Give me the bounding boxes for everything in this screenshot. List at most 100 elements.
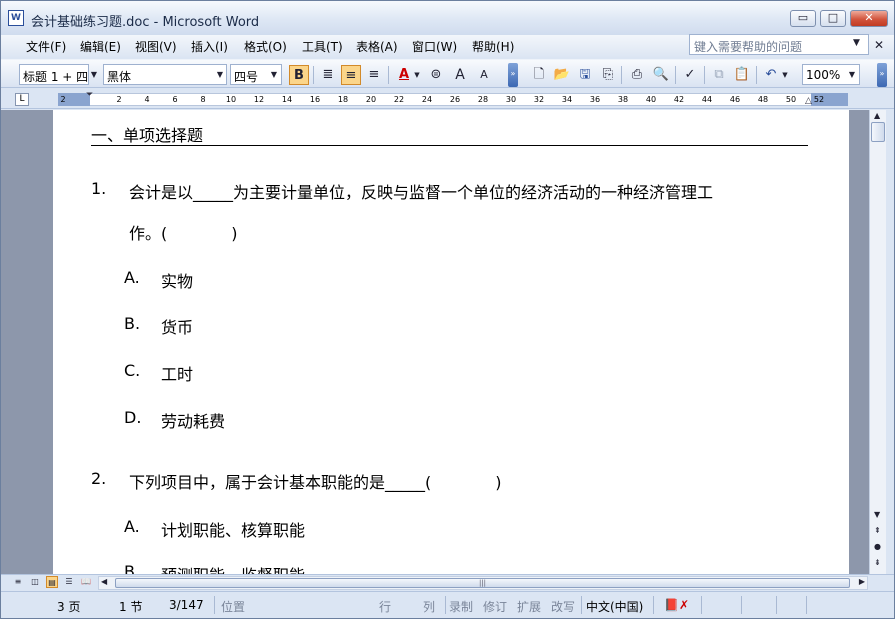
new-document-icon[interactable]: 🗋: [529, 65, 549, 85]
chevron-down-icon[interactable]: ▼: [412, 65, 422, 85]
toolbar-separator: [704, 66, 705, 84]
toolbar-options-icon[interactable]: »: [508, 63, 518, 87]
ruler-tick: 34: [561, 95, 573, 104]
previous-page-icon[interactable]: ⇞: [874, 526, 881, 535]
phonetic-guide-icon[interactable]: ⊜: [426, 65, 446, 85]
vertical-scrollbar[interactable]: ▲ ▼ ⇞ ● ⇟: [869, 110, 886, 574]
scroll-down-icon[interactable]: ▼: [874, 510, 880, 519]
reading-view-icon[interactable]: 📖: [80, 576, 92, 588]
align-center-icon[interactable]: ≡: [341, 65, 361, 85]
justify-icon[interactable]: ≣: [318, 65, 338, 85]
ruler-tick: 40: [645, 95, 657, 104]
spelling-icon[interactable]: ✓: [680, 65, 700, 85]
chevron-down-icon[interactable]: ▼: [267, 64, 281, 85]
option-text: 货币: [161, 318, 194, 337]
permission-icon[interactable]: ⎘: [598, 65, 618, 85]
ruler-tick: 48: [757, 95, 769, 104]
chevron-down-icon[interactable]: ▼: [780, 65, 790, 85]
document-close-icon[interactable]: ✕: [874, 38, 884, 52]
menu-tools[interactable]: 工具(T): [302, 38, 343, 55]
outline-view-icon[interactable]: ☰: [63, 576, 75, 588]
option-label: A.: [124, 517, 140, 536]
copy-icon[interactable]: ⧉: [709, 65, 729, 85]
normal-view-icon[interactable]: ≡: [12, 576, 24, 588]
style-select[interactable]: 标题 1 + 四: [19, 64, 89, 85]
spelling-status-icon[interactable]: 📕✗: [664, 598, 689, 612]
menu-edit[interactable]: 编辑(E): [80, 38, 121, 55]
ruler-tick: 2: [60, 95, 66, 104]
status-divider: [214, 596, 215, 614]
ruler-tick: 16: [309, 95, 321, 104]
menu-view[interactable]: 视图(V): [135, 38, 177, 55]
print-preview-icon[interactable]: 🔍: [651, 65, 671, 85]
heading-underline: [91, 145, 808, 146]
menu-format[interactable]: 格式(O): [244, 38, 287, 55]
chevron-down-icon[interactable]: ▼: [213, 64, 227, 85]
paste-icon[interactable]: 📋: [732, 65, 752, 85]
web-view-icon[interactable]: ◫: [29, 576, 41, 588]
status-divider: [776, 596, 777, 614]
maximize-button[interactable]: □: [820, 10, 846, 27]
font-select[interactable]: 黑体: [103, 64, 227, 85]
print-icon[interactable]: ⎙: [627, 65, 647, 85]
help-dropdown-icon[interactable]: ▼: [853, 38, 860, 48]
scroll-up-icon[interactable]: ▲: [874, 111, 880, 120]
vertical-scroll-thumb[interactable]: [871, 122, 885, 142]
right-indent-icon[interactable]: △: [805, 96, 812, 106]
shrink-font-button[interactable]: A: [474, 65, 494, 85]
scroll-right-icon[interactable]: ▶: [859, 577, 865, 586]
option-text: 计划职能、核算职能: [161, 521, 306, 540]
menu-window[interactable]: 窗口(W): [412, 38, 457, 55]
option-text: 预测职能、监督职能: [161, 562, 305, 574]
ruler-tick: 32: [533, 95, 545, 104]
print-view-icon[interactable]: ▤: [46, 576, 58, 588]
ruler-tick: 42: [673, 95, 685, 104]
horizontal-scroll-thumb[interactable]: |||: [115, 578, 850, 588]
tab-selector[interactable]: L: [15, 93, 29, 106]
align-right-icon[interactable]: ≡: [364, 65, 384, 85]
open-folder-icon[interactable]: 📂: [552, 65, 572, 85]
indent-marker-icon[interactable]: ⏷: [86, 90, 93, 100]
status-position: 位置: [221, 600, 246, 614]
undo-icon[interactable]: ↶: [761, 65, 781, 85]
save-icon[interactable]: 🖫: [575, 65, 595, 85]
ruler-tick: 14: [281, 95, 293, 104]
chevron-down-icon[interactable]: ▼: [845, 64, 859, 85]
next-page-icon[interactable]: ⇟: [874, 558, 881, 567]
status-language[interactable]: 中文(中国): [586, 598, 643, 615]
status-divider: [806, 596, 807, 614]
toolbar-separator: [675, 66, 676, 84]
menu-table[interactable]: 表格(A): [356, 38, 398, 55]
option-label: D.: [124, 408, 142, 427]
ruler-tick: 46: [729, 95, 741, 104]
status-record[interactable]: 录制: [449, 598, 473, 615]
status-overtype[interactable]: 改写: [551, 598, 575, 615]
font-color-button[interactable]: A: [394, 65, 414, 85]
scroll-left-icon[interactable]: ◀: [101, 577, 107, 586]
grow-font-button[interactable]: A: [450, 65, 470, 85]
document-area[interactable]: 一、单项选择题 1. 会计是以_____为主要计量单位，反映与监督一个单位的经济…: [1, 110, 869, 574]
minimize-button[interactable]: ▭: [790, 10, 816, 27]
ruler-tick: 4: [144, 95, 150, 104]
document-page[interactable]: 一、单项选择题 1. 会计是以_____为主要计量单位，反映与监督一个单位的经济…: [53, 110, 849, 574]
chevron-down-icon[interactable]: ▼: [87, 64, 101, 85]
menu-file[interactable]: 文件(F): [26, 38, 66, 55]
ruler-tick: 38: [617, 95, 629, 104]
help-search-input[interactable]: 键入需要帮助的问题: [689, 34, 869, 55]
title-bar: W 会计基础练习题.doc - Microsoft Word ▭ □ ✕: [1, 1, 894, 37]
status-divider: [701, 596, 702, 614]
menu-insert[interactable]: 插入(I): [191, 38, 228, 55]
toolbar-separator: [388, 66, 389, 84]
word-window: W 会计基础练习题.doc - Microsoft Word ▭ □ ✕ 文件(…: [0, 0, 895, 619]
horizontal-scrollbar[interactable]: ◀ ||| ▶: [98, 576, 868, 590]
status-divider: [445, 596, 446, 614]
status-extend[interactable]: 扩展: [517, 598, 541, 615]
close-button[interactable]: ✕: [850, 10, 888, 27]
select-browse-object-icon[interactable]: ●: [874, 542, 881, 551]
toolbar-options-icon[interactable]: »: [877, 63, 887, 87]
menu-help[interactable]: 帮助(H): [472, 38, 514, 55]
status-track-changes[interactable]: 修订: [483, 598, 507, 615]
status-divider: [741, 596, 742, 614]
bold-button[interactable]: B: [289, 65, 309, 85]
ruler-tick: 12: [253, 95, 265, 104]
